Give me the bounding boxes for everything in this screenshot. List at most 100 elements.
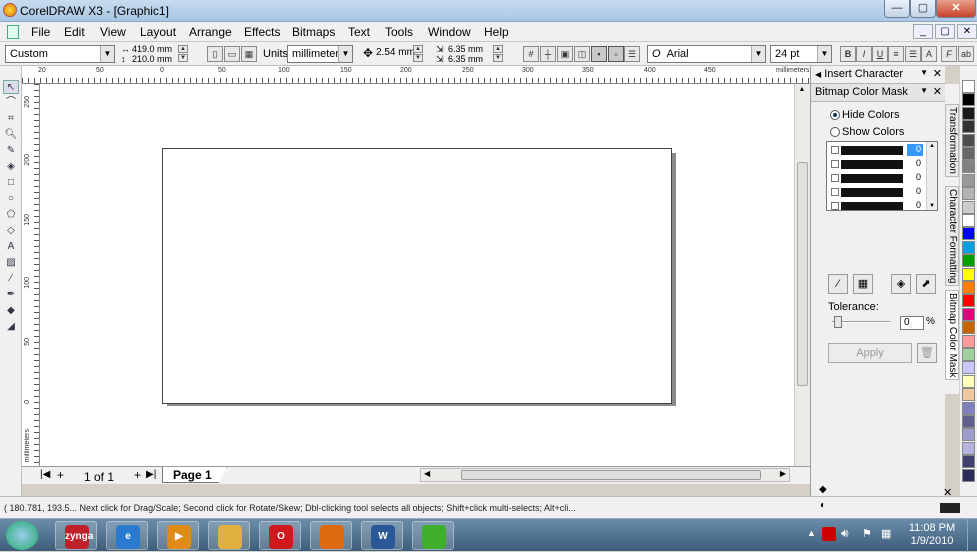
apply-button[interactable]: Apply <box>828 343 912 363</box>
trash-icon[interactable]: 🗑︎ <box>917 343 937 363</box>
taskbar-zynga-button[interactable]: zynga <box>55 521 97 550</box>
add-page-after-icon[interactable]: + <box>134 468 141 482</box>
format-text-button[interactable]: F <box>941 46 957 62</box>
font-size-combo[interactable]: 24 pt ▼ <box>770 45 832 63</box>
crop-tool-icon[interactable]: ⌗ <box>3 112 19 126</box>
align-button[interactable]: ≡ <box>888 46 904 62</box>
docker-menu-icon[interactable]: ▼ <box>920 68 928 77</box>
polygon-tool-icon[interactable]: ⬠ <box>3 208 19 222</box>
menu-window[interactable]: Window <box>428 25 471 39</box>
checkbox[interactable] <box>831 188 839 196</box>
treat-as-filled-button[interactable]: ▪ <box>591 46 607 62</box>
list-scrollbar[interactable]: ▲ ▼ <box>926 142 937 210</box>
palette-swatch[interactable] <box>962 307 975 321</box>
edit-text-button[interactable]: ab <box>958 46 974 62</box>
menu-tools[interactable]: Tools <box>385 25 413 39</box>
doc-restore-button[interactable]: ▢ <box>935 24 955 39</box>
menu-arrange[interactable]: Arrange <box>189 25 232 39</box>
palette-swatch[interactable] <box>962 441 975 455</box>
tolerance-slider-handle[interactable] <box>834 316 842 328</box>
document-icon[interactable] <box>7 25 19 39</box>
menu-view[interactable]: View <box>100 25 126 39</box>
menu-help[interactable]: Help <box>484 25 509 39</box>
volume-icon[interactable]: 🔊︎ <box>841 526 849 541</box>
page-preset-combo[interactable]: Custom ▼ <box>5 45 115 63</box>
page-width-field[interactable]: 419.0 mm <box>132 44 172 54</box>
palette-swatch[interactable] <box>962 254 975 268</box>
palette-swatch[interactable] <box>962 147 975 160</box>
palette-swatch[interactable] <box>962 415 975 428</box>
taskbar-explorer-button[interactable] <box>208 521 250 550</box>
smart-fill-tool-icon[interactable]: ◈ <box>3 160 19 174</box>
palette-swatch[interactable] <box>962 455 975 469</box>
palette-swatch[interactable] <box>962 388 975 402</box>
doc-close-button[interactable]: ✕ <box>957 24 977 39</box>
palette-swatch[interactable] <box>962 120 975 134</box>
show-desktop-button[interactable] <box>967 519 977 552</box>
taskbar-coreldraw-button[interactable] <box>412 521 454 550</box>
nudge-field[interactable]: 2.54 mm <box>376 47 415 58</box>
dynamic-guides-button[interactable]: ◫ <box>574 46 590 62</box>
page-tab[interactable]: Page 1 <box>162 467 227 483</box>
list-item[interactable]: 0 <box>829 144 925 157</box>
dropcap-button[interactable]: A <box>921 46 937 62</box>
portrait-button[interactable]: ▯ <box>207 46 223 62</box>
insert-character-title[interactable]: Insert Character <box>824 68 903 80</box>
scroll-up-icon[interactable]: ▲ <box>929 143 935 149</box>
tolerance-field[interactable]: 0 <box>900 316 924 330</box>
taskbar-ie-button[interactable]: e <box>106 521 148 550</box>
start-button[interactable] <box>6 521 38 550</box>
options-button[interactable]: ☰ <box>624 46 640 62</box>
palette-swatch[interactable] <box>962 160 975 174</box>
font-combo[interactable]: O Arial ▼ <box>647 45 766 63</box>
pick-tool-icon[interactable]: ↖ <box>3 80 19 94</box>
snap-guidelines-button[interactable]: ┼ <box>540 46 556 62</box>
tray-app-icon[interactable] <box>822 527 836 541</box>
palette-swatch[interactable] <box>962 267 975 281</box>
checkbox[interactable] <box>831 174 839 182</box>
checkbox[interactable] <box>831 160 839 168</box>
palette-swatch[interactable] <box>962 187 975 201</box>
menu-file[interactable]: File <box>31 25 50 39</box>
maximize-button[interactable]: ▢ <box>910 0 936 18</box>
coreldraw-app-icon[interactable] <box>3 3 17 17</box>
nudge-stepper-down[interactable]: ▼ <box>413 54 423 62</box>
last-page-icon[interactable]: ▶| <box>146 469 156 480</box>
palette-swatch[interactable] <box>962 348 975 361</box>
palette-swatch[interactable] <box>962 321 975 335</box>
show-hidden-icons-icon[interactable]: ▲ <box>807 528 816 538</box>
dup-x-stepper[interactable]: ▲ <box>493 45 503 53</box>
all-pages-button[interactable]: ▦ <box>241 46 257 62</box>
height-stepper[interactable]: ▼ <box>178 54 188 62</box>
bold-button[interactable]: B <box>840 46 856 62</box>
bullet-button[interactable]: ☰ <box>905 46 921 62</box>
clock[interactable]: 11:08 PM 1/9/2010 <box>904 522 960 548</box>
palette-swatch[interactable] <box>962 93 975 107</box>
tab-character-formatting[interactable]: Character Formatting <box>945 186 959 287</box>
menu-effects[interactable]: Effects <box>244 25 280 39</box>
action-center-icon[interactable]: ⚑ <box>862 527 872 540</box>
hide-colors-radio[interactable] <box>830 110 840 120</box>
add-page-before-icon[interactable]: + <box>57 468 64 482</box>
menu-bitmaps[interactable]: Bitmaps <box>292 25 335 39</box>
outline-indicator-icon[interactable]: ◐ <box>820 500 830 514</box>
tab-bitmap-color-mask[interactable]: Bitmap Color Mask <box>945 290 959 381</box>
palette-swatch[interactable] <box>962 361 975 375</box>
taskbar-word-button[interactable]: W <box>361 521 403 550</box>
outline-tool-icon[interactable]: ✒ <box>3 288 19 302</box>
freehand-tool-icon[interactable]: ✎ <box>3 144 19 158</box>
underline-button[interactable]: U <box>872 46 888 62</box>
chevron-down-icon[interactable]: ▼ <box>751 46 765 62</box>
close-button[interactable]: ✕ <box>936 0 976 18</box>
docker-close-icon[interactable]: ✕ <box>933 67 942 80</box>
scroll-down-icon[interactable]: ▼ <box>929 203 935 209</box>
horizontal-scrollbar[interactable]: ◀ ▶ <box>420 468 790 482</box>
duplicate-y-field[interactable]: 6.35 mm <box>448 54 483 64</box>
nudge-stepper-up[interactable]: ▲ <box>413 45 423 53</box>
palette-swatch[interactable] <box>962 401 975 415</box>
doc-minimize-button[interactable]: _ <box>913 24 933 39</box>
color-selector-eyedropper-button[interactable]: ⁄ <box>828 274 848 294</box>
units-combo[interactable]: millimeters ▼ <box>287 45 353 63</box>
edit-color-button[interactable]: ▦ <box>853 274 873 294</box>
docker-close-icon[interactable]: ✕ <box>933 85 942 98</box>
